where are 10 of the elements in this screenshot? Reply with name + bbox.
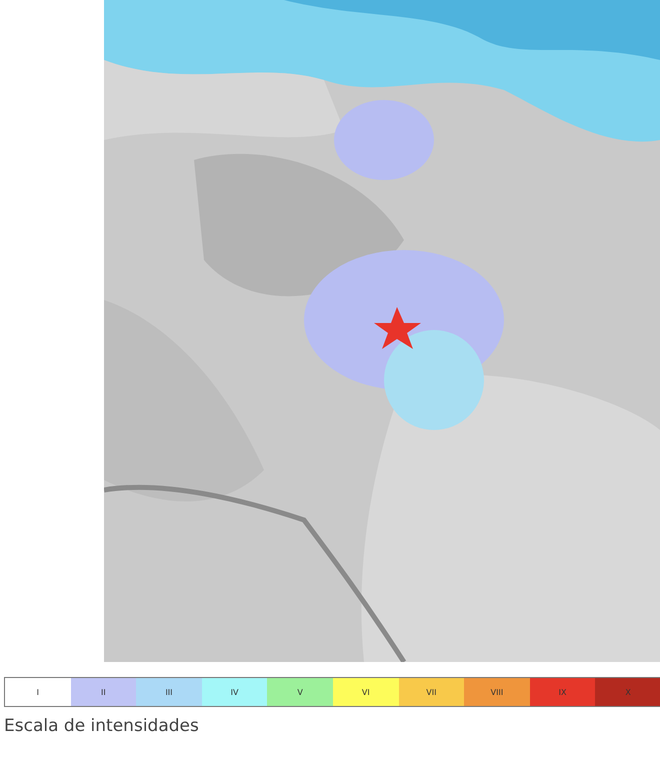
intensity-level: IV bbox=[202, 678, 268, 706]
scale-caption: Escala de intensidades bbox=[4, 716, 200, 736]
intensity-level: X bbox=[595, 678, 660, 706]
intensity-level: V bbox=[267, 678, 333, 706]
intensity-level: VI bbox=[332, 678, 399, 706]
intensity-level: IX bbox=[530, 678, 596, 706]
intensity-level: II bbox=[70, 678, 136, 706]
intensity-level: VIII bbox=[464, 678, 530, 706]
intensity-level: VII bbox=[398, 678, 464, 706]
intensity-level: III bbox=[136, 678, 202, 706]
